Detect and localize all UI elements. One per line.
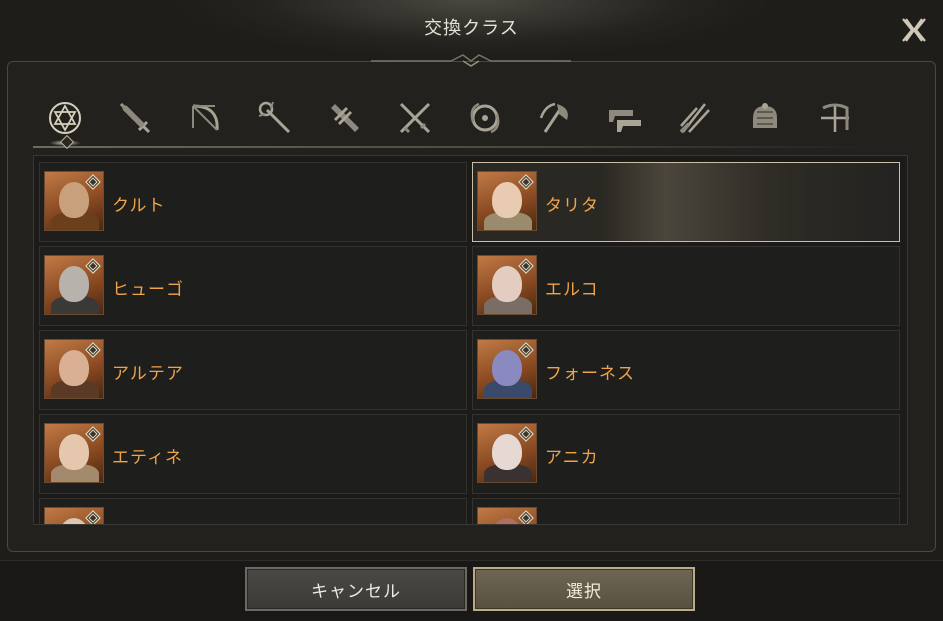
character-card[interactable] [472, 498, 900, 524]
window-title: 交換クラス [424, 18, 519, 39]
dual-blades-icon [399, 102, 431, 134]
tab-sword[interactable] [103, 92, 167, 144]
character-card[interactable]: フォーネス [472, 330, 900, 410]
crossbow-icon [821, 103, 849, 132]
character-card[interactable]: ヒューゴ [39, 246, 467, 326]
character-name: クルト [112, 196, 166, 216]
character-card[interactable]: エルコ [472, 246, 900, 326]
class-badge-icon [518, 426, 534, 442]
character-card[interactable]: アニカ [472, 414, 900, 494]
character-card[interactable]: クルト [39, 162, 467, 242]
class-badge-icon [85, 174, 101, 190]
sword-icon [119, 102, 151, 134]
close-icon [902, 18, 926, 42]
character-portrait [477, 423, 537, 483]
tab-orb[interactable] [453, 92, 517, 144]
character-portrait [477, 507, 537, 524]
character-card[interactable]: アルテア [39, 330, 467, 410]
tab-staff[interactable] [243, 92, 307, 144]
hexagram-icon [49, 102, 81, 134]
class-exchange-window: 交換クラス クルト タリタヒューゴ エルコアルテア フォーネスエティネ アニカ キャンセ… [0, 0, 943, 621]
greatsword-icon [331, 104, 359, 132]
character-name: アルテア [112, 364, 184, 384]
character-portrait [477, 255, 537, 315]
tab-crossed-guns[interactable] [593, 92, 657, 144]
axe-icon [539, 102, 568, 133]
close-button[interactable] [898, 14, 930, 46]
character-portrait [44, 423, 104, 483]
character-card[interactable] [39, 498, 467, 524]
tabs-divider [33, 146, 873, 148]
character-portrait [477, 339, 537, 399]
tab-axe[interactable] [523, 92, 587, 144]
bottom-bar [0, 560, 943, 621]
character-portrait [44, 339, 104, 399]
tab-claw-blades[interactable] [663, 92, 727, 144]
class-badge-icon [518, 510, 534, 524]
class-badge-icon [85, 510, 101, 524]
tab-bow[interactable] [173, 92, 237, 144]
tab-gauntlet[interactable] [733, 92, 797, 144]
character-name: エティネ [112, 448, 183, 468]
cancel-button[interactable]: キャンセル [245, 567, 467, 611]
character-card[interactable]: エティネ [39, 414, 467, 494]
character-portrait [44, 171, 104, 231]
panel-ornament [371, 54, 571, 67]
class-badge-icon [518, 174, 534, 190]
class-badge-icon [518, 258, 534, 274]
tab-dual-blades[interactable] [383, 92, 447, 144]
class-badge-icon [85, 258, 101, 274]
class-badge-icon [518, 342, 534, 358]
character-portrait [44, 255, 104, 315]
tab-crossbow[interactable] [803, 92, 867, 144]
bow-icon [192, 104, 219, 131]
claw-blades-icon [679, 103, 710, 134]
class-category-tabs [33, 92, 873, 150]
character-name: ヒューゴ [112, 280, 184, 300]
character-portrait [44, 507, 104, 524]
character-name: フォーネス [545, 364, 635, 384]
character-name: エルコ [545, 280, 599, 300]
character-portrait [477, 171, 537, 231]
select-button[interactable]: 選択 [473, 567, 695, 611]
character-name: アニカ [545, 448, 599, 468]
orb-icon [470, 102, 500, 134]
gauntlet-icon [753, 103, 777, 128]
character-name: タリタ [545, 196, 599, 216]
staff-icon [258, 101, 291, 134]
class-badge-icon [85, 342, 101, 358]
crossed-guns-icon [609, 110, 641, 132]
tab-greatsword[interactable] [313, 92, 377, 144]
class-badge-icon [85, 426, 101, 442]
character-list[interactable]: クルト タリタヒューゴ エルコアルテア フォーネスエティネ アニカ [33, 155, 908, 525]
character-card[interactable]: タリタ [472, 162, 900, 242]
